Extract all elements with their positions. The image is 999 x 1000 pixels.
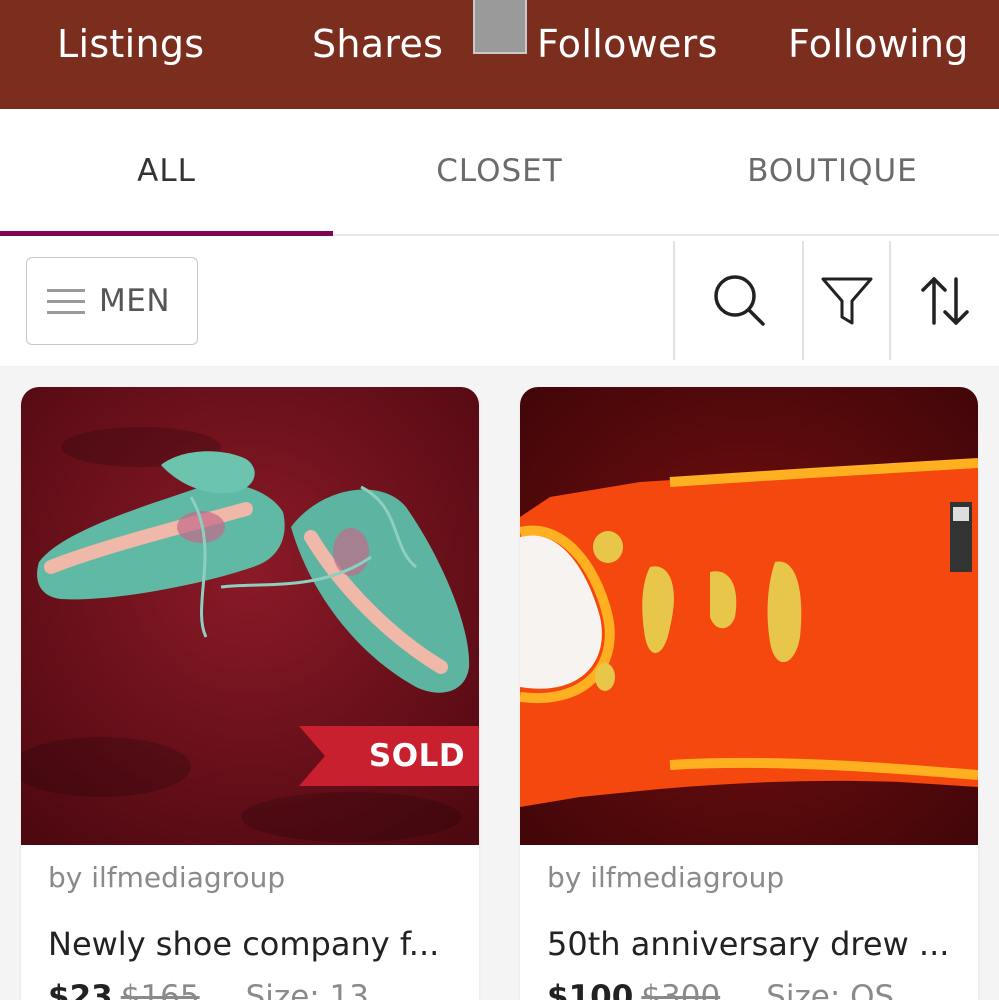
search-button[interactable] xyxy=(700,261,780,341)
original-price: $165 xyxy=(120,979,200,1000)
tab-all[interactable]: ALL xyxy=(0,109,333,236)
profile-stats-bar: Listings Shares Followers Following xyxy=(0,0,999,109)
divider xyxy=(802,241,804,360)
department-button[interactable]: MEN xyxy=(26,257,198,345)
sort-button[interactable] xyxy=(905,261,985,341)
listing-title[interactable]: 50th anniversary drew ... xyxy=(547,925,967,963)
hamburger-icon xyxy=(47,287,85,315)
filter-button[interactable] xyxy=(812,261,882,341)
listing-photo-jersey[interactable] xyxy=(520,387,978,845)
listing-price: $100 xyxy=(547,979,634,1000)
listing-card[interactable]: by ilfmediagroup 50th anniversary drew .… xyxy=(520,387,978,1000)
tab-closet[interactable]: CLOSET xyxy=(333,109,666,236)
seller-name[interactable]: by ilfmediagroup xyxy=(547,861,784,894)
listing-size: Size: OS xyxy=(766,979,895,1000)
divider xyxy=(889,241,891,360)
listing-card[interactable]: SOLD by ilfmediagroup Newly shoe company… xyxy=(21,387,479,1000)
sold-label: SOLD xyxy=(368,738,466,774)
following-stat[interactable]: Following xyxy=(788,22,969,66)
search-icon xyxy=(714,275,765,326)
shares-stat[interactable]: Shares xyxy=(312,22,443,66)
sold-badge: SOLD xyxy=(299,726,479,786)
price-row: $100 $300 Size: OS xyxy=(547,979,894,1000)
listings-stat[interactable]: Listings xyxy=(57,22,204,66)
department-label: MEN xyxy=(99,283,171,319)
seller-name[interactable]: by ilfmediagroup xyxy=(48,861,285,894)
sort-icon xyxy=(921,277,969,325)
followers-stat[interactable]: Followers xyxy=(537,22,718,66)
listing-photo-shoes[interactable]: SOLD xyxy=(21,387,479,845)
filter-icon xyxy=(821,277,873,325)
price-row: $23 $165 Size: 13 xyxy=(48,979,369,1000)
listing-title[interactable]: Newly shoe company f... xyxy=(48,925,468,963)
listing-grid: SOLD by ilfmediagroup Newly shoe company… xyxy=(0,366,999,1000)
closet-tabs: ALL CLOSET BOUTIQUE xyxy=(0,109,999,236)
avatar[interactable] xyxy=(473,0,527,54)
filter-toolbar: MEN xyxy=(0,236,999,366)
listing-size: Size: 13 xyxy=(245,979,370,1000)
listing-price: $23 xyxy=(48,979,113,1000)
original-price: $300 xyxy=(641,979,721,1000)
tab-boutique[interactable]: BOUTIQUE xyxy=(666,109,999,236)
divider xyxy=(673,241,675,360)
